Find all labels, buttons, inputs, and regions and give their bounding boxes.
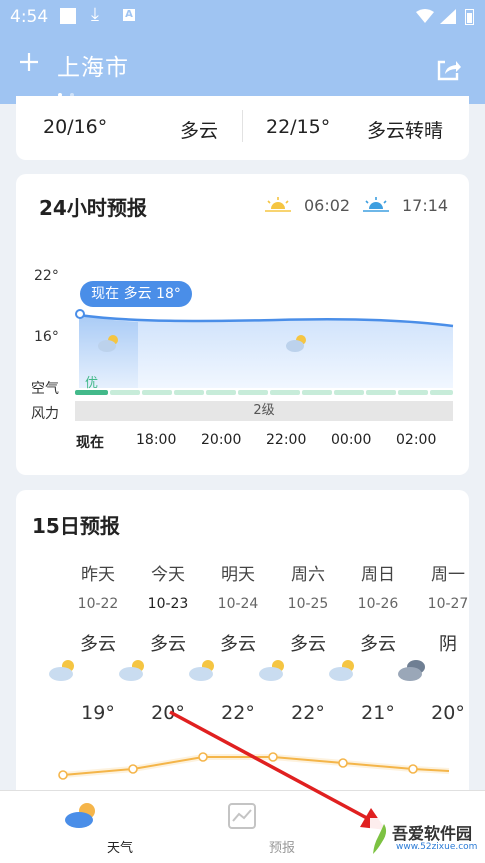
- cloudy-sun-icon: [189, 660, 214, 681]
- keyboard-icon: A: [123, 9, 135, 21]
- daily-forecast-card: 15日预报 昨天 10-22 多云 19° 今天 10-23 多云 20° 明天…: [16, 490, 469, 800]
- weather-icon: [65, 803, 95, 828]
- day-weather: 多云: [290, 634, 326, 655]
- overcast-icon: [398, 660, 425, 681]
- tomorrow-temp-range: 22/15°: [266, 116, 331, 138]
- day-high-temp: 22°: [221, 702, 255, 724]
- watermark-text: 吾爱软件园: [392, 824, 473, 843]
- divider: [242, 110, 243, 142]
- day-date: 10-26: [357, 596, 399, 612]
- header: 上海市: [0, 34, 485, 104]
- cloudy-sun-icon: [119, 660, 144, 681]
- day-name: 明天: [221, 565, 255, 585]
- hour-label: 18:00: [136, 432, 177, 448]
- wind-level-bar: 2级: [75, 401, 453, 421]
- day-date: 10-23: [147, 596, 189, 612]
- day-weather: 多云: [150, 634, 186, 655]
- day-date: 10-27: [427, 596, 469, 612]
- signal-icon: [440, 9, 456, 24]
- tomorrow-weather: 多云转晴: [367, 120, 444, 142]
- day-weather: 多云: [220, 634, 256, 655]
- day-date: 10-22: [77, 596, 119, 612]
- day-name: 周日: [361, 565, 395, 585]
- day-high-temp: 20°: [151, 702, 185, 724]
- hour-label: 20:00: [201, 432, 242, 448]
- share-button[interactable]: [436, 58, 462, 86]
- hourly-temp-chart: [75, 309, 454, 395]
- plus-icon: [20, 53, 38, 71]
- cloudy-sun-icon: [329, 660, 354, 681]
- hourly-forecast-card: 24小时预报 06:02 17:14 22° 16° 现在 多云 18° 优 空…: [16, 174, 469, 475]
- cloudy-sun-icon: [259, 660, 284, 681]
- day-name: 昨天: [81, 565, 115, 585]
- day-date: 10-24: [217, 596, 259, 612]
- chart-icon: [228, 803, 256, 829]
- cloudy-sun-icon: [49, 660, 74, 681]
- hour-label: 02:00: [396, 432, 437, 448]
- nav-label: 天气: [106, 841, 133, 856]
- day-name: 周一: [431, 565, 465, 585]
- day-high-temp: 22°: [291, 702, 325, 724]
- watermark-logo-icon: [373, 824, 387, 854]
- hour-label: 00:00: [331, 432, 372, 448]
- add-city-button[interactable]: [18, 46, 40, 78]
- watermark-url: www.52zixue.com: [396, 842, 478, 852]
- hour-label: 现在: [76, 435, 104, 451]
- aqi-label: 优: [85, 376, 99, 391]
- today-temp-range: 20/16°: [43, 116, 108, 138]
- status-bar: 4:54 ⤓ A: [0, 0, 485, 34]
- now-badge: 现在 多云 18°: [80, 281, 192, 307]
- notification-icon: [60, 8, 76, 24]
- nav-label: 预报: [268, 841, 295, 856]
- day-weather: 多云: [80, 634, 116, 655]
- battery-icon: [465, 9, 474, 25]
- day-date: 10-25: [287, 596, 329, 612]
- download-icon: ⤓: [91, 4, 99, 25]
- wifi-icon: [416, 9, 434, 23]
- wind-row-label: 风力: [31, 406, 59, 422]
- share-icon: [437, 60, 461, 81]
- day-high-temp: 21°: [361, 702, 395, 724]
- day-name: 今天: [151, 565, 185, 585]
- status-time: 4:54: [10, 7, 49, 27]
- today-tomorrow-card: 20/16° 多云 22/15° 多云转晴: [16, 96, 469, 160]
- daily-title: 15日预报: [32, 514, 120, 538]
- today-weather: 多云: [180, 120, 219, 142]
- day-high-temp: 20°: [431, 702, 465, 724]
- hour-label: 22:00: [266, 432, 307, 448]
- watermark: 吾爱软件园 www.52zixue.com: [370, 818, 482, 860]
- day-weather: 阴: [439, 634, 457, 655]
- day-name: 周六: [291, 565, 325, 585]
- air-row-label: 空气: [31, 381, 59, 397]
- day-weather: 多云: [360, 634, 396, 655]
- day-high-temp: 19°: [81, 702, 115, 724]
- city-name[interactable]: 上海市: [57, 48, 129, 82]
